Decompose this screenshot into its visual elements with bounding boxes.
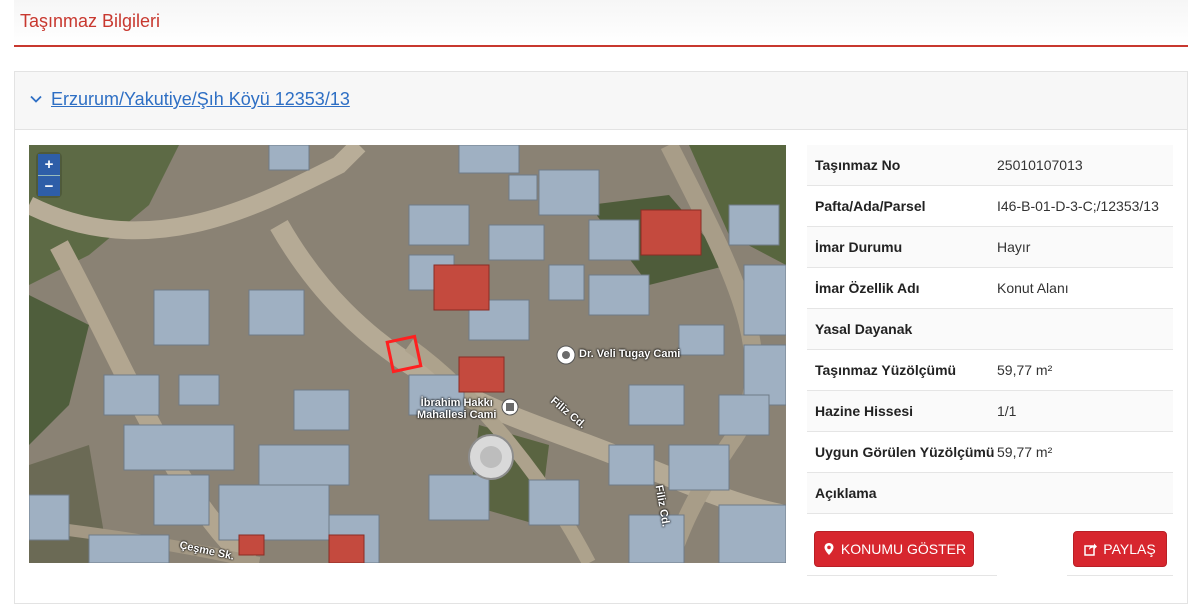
- satellite-map[interactable]: + − Dr. Veli Tugay Cami İbrahim Hakkı Ma…: [29, 145, 786, 563]
- info-value: 1/1: [997, 403, 1017, 419]
- info-value: Konut Alanı: [997, 280, 1069, 296]
- info-value: 25010107013: [997, 157, 1083, 173]
- property-panel: Erzurum/Yakutiye/Şıh Köyü 12353/13 + − D…: [14, 71, 1188, 604]
- info-row: Açıklama: [807, 473, 1173, 514]
- info-key: İmar Özellik Adı: [815, 280, 920, 296]
- page-title: Taşınmaz Bilgileri: [20, 11, 161, 31]
- info-value: I46-B-01-D-3-C;/12353/13: [997, 198, 1159, 214]
- zoom-out-button[interactable]: −: [38, 175, 60, 196]
- info-key: Pafta/Ada/Parsel: [815, 198, 926, 214]
- share-icon: [1084, 543, 1098, 556]
- share-button[interactable]: PAYLAŞ: [1073, 531, 1167, 567]
- show-location-label: KONUMU GÖSTER: [840, 541, 967, 557]
- info-row: Yasal Dayanak: [807, 309, 1173, 350]
- info-row: Taşınmaz No 25010107013: [807, 145, 1173, 186]
- info-row: Taşınmaz Yüzölçümü 59,77 m²: [807, 350, 1173, 391]
- info-value: 59,77 m²: [997, 444, 1053, 460]
- panel-title-link[interactable]: Erzurum/Yakutiye/Şıh Köyü 12353/13: [51, 89, 350, 110]
- info-value: [997, 318, 1173, 340]
- page-header: Taşınmaz Bilgileri: [14, 0, 1188, 47]
- info-row: İmar Durumu Hayır: [807, 227, 1173, 268]
- share-label: PAYLAŞ: [1103, 541, 1156, 557]
- info-key: İmar Durumu: [815, 239, 903, 255]
- map-marker-icon: [824, 543, 834, 555]
- info-key: Açıklama: [815, 485, 877, 501]
- info-value: Hayır: [997, 239, 1031, 255]
- map-label-mosque2: İbrahim Hakkı Mahallesi Cami: [417, 397, 496, 421]
- property-info-table: Taşınmaz No 25010107013 Pafta/Ada/Parsel…: [807, 145, 1173, 514]
- info-key: Hazine Hissesi: [815, 403, 914, 419]
- info-row: Uygun Görülen Yüzölçümü 59,77 m²: [807, 432, 1173, 473]
- info-value: [997, 482, 1173, 504]
- show-location-button[interactable]: KONUMU GÖSTER: [814, 531, 974, 567]
- info-key: Uygun Görülen Yüzölçümü: [815, 444, 995, 460]
- zoom-in-button[interactable]: +: [38, 154, 60, 175]
- info-row: İmar Özellik Adı Konut Alanı: [807, 268, 1173, 309]
- divider: [807, 575, 997, 576]
- info-row: Pafta/Ada/Parsel I46-B-01-D-3-C;/12353/1…: [807, 186, 1173, 227]
- info-key: Yasal Dayanak: [815, 321, 913, 337]
- info-key: Taşınmaz No: [815, 157, 901, 173]
- panel-header[interactable]: Erzurum/Yakutiye/Şıh Köyü 12353/13: [15, 72, 1187, 130]
- map-label-mosque2-line1: İbrahim Hakkı: [420, 397, 493, 409]
- info-value: 59,77 m²: [997, 362, 1053, 378]
- chevron-down-icon[interactable]: [29, 92, 43, 106]
- info-row: Hazine Hissesi 1/1: [807, 391, 1173, 432]
- map-label-mosque1: Dr. Veli Tugay Cami: [579, 348, 681, 360]
- info-key: Taşınmaz Yüzölçümü: [815, 362, 957, 378]
- zoom-control: + −: [38, 154, 60, 196]
- divider: [1067, 575, 1173, 576]
- map-label-mosque2-line2: Mahallesi Cami: [417, 409, 497, 421]
